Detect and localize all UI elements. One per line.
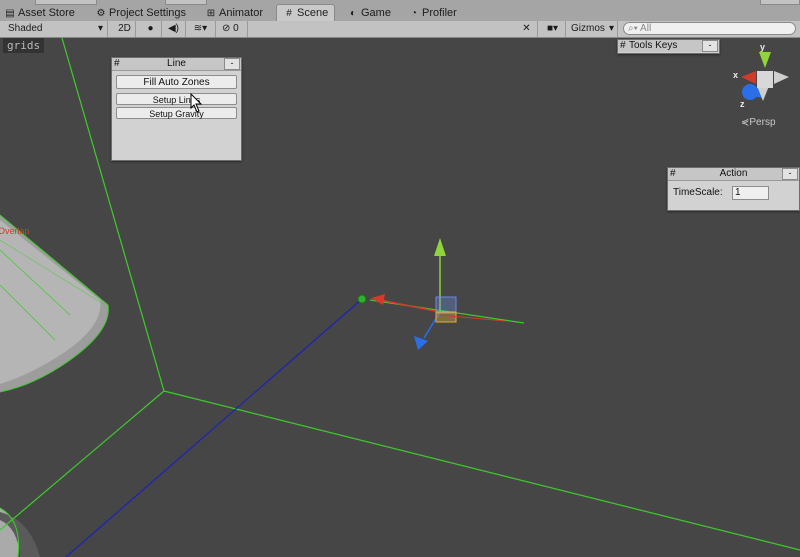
camera-settings-dropdown[interactable]: ■▾: [540, 21, 566, 37]
cone-mesh: [0, 214, 109, 393]
projection-toggle[interactable]: ⋞Persp: [741, 117, 776, 128]
timescale-label: TimeScale:: [673, 187, 723, 198]
profiler-icon: ◔: [410, 8, 418, 19]
small-cone-mesh: [0, 507, 40, 557]
camera-icon: ■▾: [546, 23, 559, 34]
y-axis-arrow-icon[interactable]: [434, 238, 446, 256]
transform-gizmo[interactable]: [371, 238, 506, 350]
tools-keys-window: # Tools Keys -: [617, 39, 720, 54]
line-window-titlebar[interactable]: # Line -: [112, 58, 241, 71]
hidden-objects-toggle[interactable]: ⊘ 0: [218, 21, 248, 37]
game-icon: ◐: [349, 8, 357, 19]
cart-icon: ▤: [5, 8, 15, 19]
speaker-icon: ◀): [167, 23, 180, 34]
scene-toolbar: Shaded ▾ 2D ● ◀) ≋▾ ⊘ 0 ✕ ■▾ Gizmos ▾ ⌕▾…: [0, 21, 800, 38]
minimize-button[interactable]: -: [702, 40, 718, 52]
mouse-pointer-icon: [190, 93, 203, 113]
grid-icon: #: [286, 8, 292, 19]
shading-mode-dropdown[interactable]: Shaded ▾: [0, 21, 108, 37]
scene-label: Overlap: [0, 226, 30, 236]
editor-tab-bar: ▤ Asset Store ⚙ Project Settings ⊞ Animator…: [0, 0, 800, 22]
tab-animator[interactable]: ⊞ Animator: [205, 5, 263, 21]
tab-scene[interactable]: # Scene: [276, 4, 336, 22]
svg-text:x: x: [733, 70, 738, 80]
minimize-button[interactable]: -: [782, 168, 798, 180]
action-window: # Action - TimeScale: 1: [667, 167, 800, 211]
gear-icon: ⚙: [96, 8, 106, 19]
effects-icon: ≋▾: [193, 23, 208, 34]
animator-icon: ⊞: [206, 8, 216, 19]
scene-search-input[interactable]: ⌕▾ All: [623, 22, 796, 35]
tools-keys-title: Tools Keys: [629, 40, 678, 51]
dropdown-arrow-icon: ▾: [97, 23, 103, 34]
setup-lines-button[interactable]: Setup Lines: [116, 93, 237, 105]
tab-stub: [760, 0, 800, 5]
tab-project-settings[interactable]: ⚙ Project Settings: [95, 5, 187, 21]
line-point-handle[interactable]: [357, 294, 367, 304]
minimize-button[interactable]: -: [224, 58, 240, 70]
z-axis-arrow-icon[interactable]: [414, 336, 428, 350]
action-window-titlebar[interactable]: # Action -: [668, 168, 799, 181]
fill-auto-zones-button[interactable]: Fill Auto Zones: [116, 75, 237, 89]
line-window-title: Line: [167, 58, 186, 69]
2d-toggle-button[interactable]: 2D: [114, 21, 136, 37]
setup-gravity-button[interactable]: Setup Gravity: [116, 107, 237, 119]
action-window-title: Action: [719, 168, 748, 179]
tab-asset-store[interactable]: ▤ Asset Store: [4, 5, 75, 21]
dropdown-arrow-icon: ▾: [608, 23, 614, 34]
blue-line: [65, 298, 363, 557]
search-icon: ⌕▾: [628, 23, 638, 34]
x-axis-arrow-icon[interactable]: [371, 294, 385, 305]
effects-dropdown[interactable]: ≋▾: [186, 21, 216, 37]
tools-settings-button[interactable]: ✕: [516, 21, 538, 37]
timescale-input[interactable]: 1: [732, 186, 769, 200]
lightbulb-icon: ●: [147, 23, 154, 34]
audio-toggle-button[interactable]: ◀): [162, 21, 186, 37]
svg-text:y: y: [760, 42, 765, 52]
svg-text:z: z: [740, 99, 745, 109]
window-hash-icon: #: [114, 58, 120, 69]
eye-slash-icon: ⊘: [222, 23, 231, 34]
grids-overlay-label: grids: [3, 38, 45, 53]
tools-keys-titlebar[interactable]: # Tools Keys -: [618, 40, 719, 52]
gizmos-dropdown[interactable]: Gizmos ▾: [568, 21, 618, 37]
line-window: # Line - Fill Auto Zones Setup Lines Set…: [111, 57, 242, 161]
tab-game[interactable]: ◐ Game: [347, 5, 391, 21]
window-hash-icon: #: [620, 40, 626, 51]
window-hash-icon: #: [670, 168, 676, 179]
lighting-toggle-button[interactable]: ●: [140, 21, 162, 37]
tab-profiler[interactable]: ◔ Profiler: [408, 5, 457, 21]
orientation-gizmo[interactable]: y x z: [733, 42, 789, 109]
wrench-icon: ✕: [522, 23, 531, 34]
